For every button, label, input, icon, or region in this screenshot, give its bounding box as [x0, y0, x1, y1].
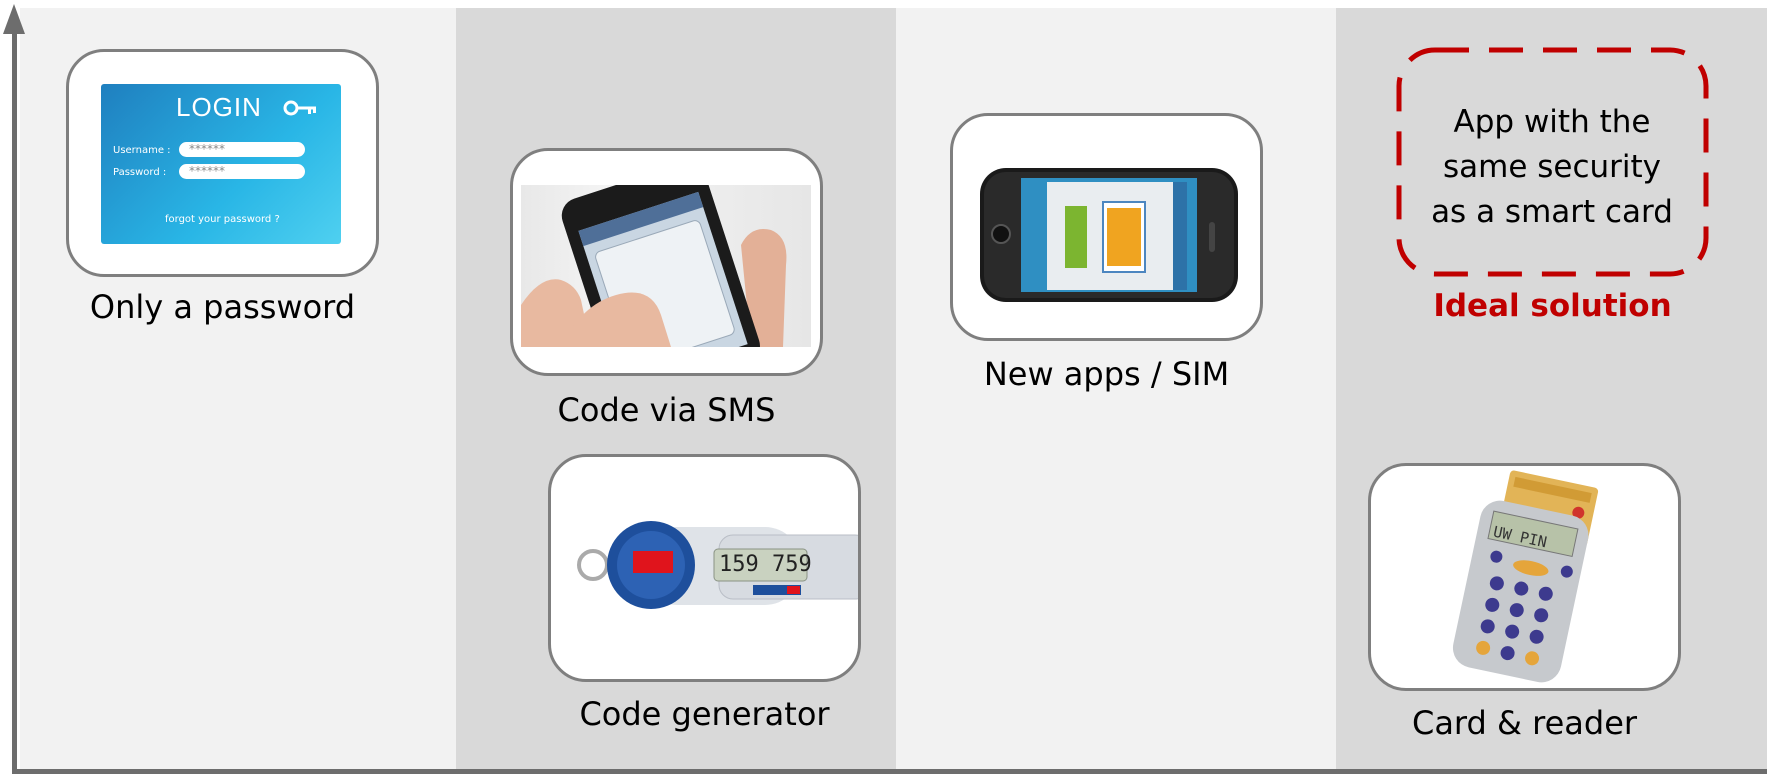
token-display: 159 759 — [719, 552, 812, 577]
sms-card — [510, 148, 823, 376]
card-reader-card: UW PIN — [1368, 463, 1681, 691]
ideal-solution-box: App with the same security as a smart ca… — [1396, 47, 1709, 277]
smartphone-app-icon — [980, 168, 1238, 302]
hand-phone-icon — [521, 185, 787, 347]
ideal-text-line2: same security — [1442, 149, 1662, 185]
y-axis-arrow-icon — [3, 4, 25, 34]
token-device-icon — [577, 521, 858, 609]
label-new-apps-sim: New apps / SIM — [983, 355, 1230, 393]
forgot-password-text: forgot your password ? — [165, 214, 280, 225]
username-label: Username : — [113, 145, 171, 156]
username-field: ****** — [179, 142, 305, 157]
label-only-password: Only a password — [89, 288, 356, 326]
label-ideal-solution: Ideal solution — [1433, 288, 1672, 324]
y-axis — [12, 30, 17, 774]
label-card-reader: Card & reader — [1411, 704, 1638, 742]
password-field: ****** — [179, 164, 305, 179]
key-icon — [283, 100, 317, 120]
x-axis — [12, 769, 1767, 774]
code-generator-card: 159 759 — [548, 454, 861, 682]
ideal-text-line1: App with the — [1453, 104, 1651, 140]
label-code-via-sms: Code via SMS — [557, 391, 776, 429]
sms-phone-image — [521, 185, 811, 347]
label-code-generator: Code generator — [579, 695, 830, 733]
ideal-text-line3: as a smart card — [1431, 194, 1673, 230]
password-label: Password : — [113, 167, 167, 178]
new-apps-card — [950, 113, 1263, 341]
login-screen-image: LOGIN Username : ****** Password : *****… — [101, 84, 341, 244]
login-card: LOGIN Username : ****** Password : *****… — [66, 49, 379, 277]
login-title: LOGIN — [176, 92, 262, 122]
card-reader-icon — [1452, 470, 1599, 683]
